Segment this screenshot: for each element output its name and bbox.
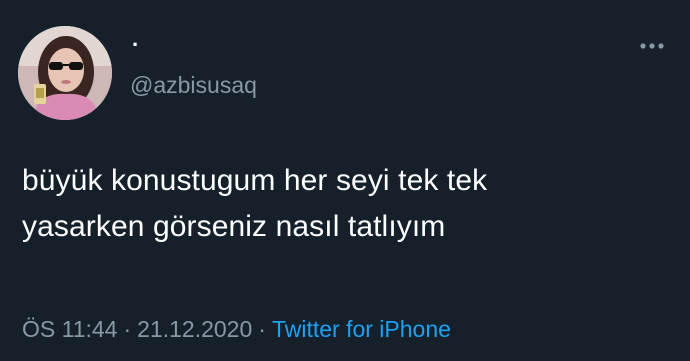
- tweet-card: · @azbisusaq büyük konustugum her seyi t…: [0, 0, 690, 361]
- tweet-date[interactable]: 21.12.2020: [137, 316, 252, 342]
- tweet-text-line: büyük konustugum her seyi tek tek: [22, 164, 488, 197]
- tweet-meta: ÖS 11:44 · 21.12.2020 · Twitter for iPhone: [22, 315, 451, 343]
- meta-separator: ·: [123, 316, 132, 342]
- avatar[interactable]: [18, 26, 112, 120]
- tweet-source-link[interactable]: Twitter for iPhone: [272, 316, 451, 342]
- more-options-button[interactable]: [632, 36, 672, 56]
- more-horizontal-icon: [640, 43, 664, 49]
- tweet-text-line: yasarken görseniz nasıl tatlıyım: [22, 210, 446, 243]
- tweet-text: büyük konustugum her seyi tek tek yasark…: [22, 158, 672, 250]
- user-handle[interactable]: @azbisusaq: [130, 72, 257, 98]
- meta-separator: ·: [258, 316, 266, 342]
- display-name[interactable]: ·: [132, 34, 139, 56]
- tweet-time[interactable]: ÖS 11:44: [22, 316, 117, 342]
- profile-photo-icon: [18, 26, 112, 120]
